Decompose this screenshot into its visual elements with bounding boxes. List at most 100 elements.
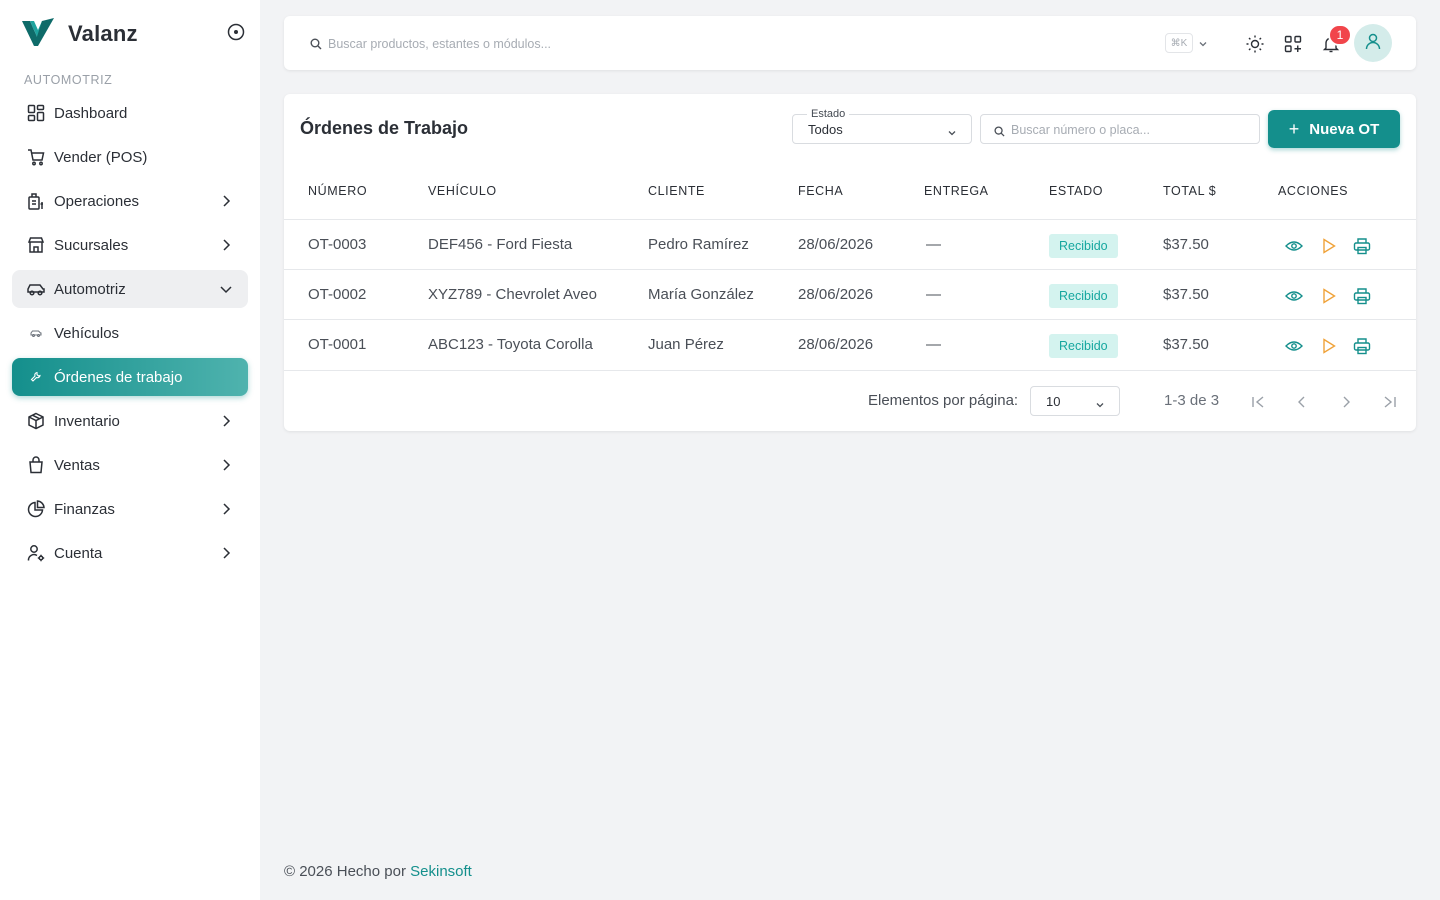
sidebar-item-sucursales[interactable]: Sucursales [12,226,248,264]
sidebar-item-label: Operaciones [54,192,140,210]
dashboard-icon [26,103,46,123]
new-work-order-button[interactable]: + Nueva OT [1268,110,1400,148]
last-page-icon[interactable] [1378,390,1402,414]
table-row[interactable]: OT-0001 ABC123 - Toyota Corolla Juan Pér… [284,320,1416,371]
sidebar-item-vehiculos[interactable]: Vehículos [12,314,248,352]
start-play-icon[interactable] [1319,336,1339,356]
items-per-page-select[interactable]: 10 [1030,386,1120,416]
vehicle-icon [26,323,46,343]
status-badge: Recibido [1049,284,1118,308]
cell-cliente: María González [648,286,754,303]
search-icon [994,124,1005,142]
sidebar-item-dashboard[interactable]: Dashboard [12,94,248,132]
column-header-acciones: ACCIONES [1278,184,1349,198]
print-icon[interactable] [1352,236,1372,256]
view-eye-icon[interactable] [1284,286,1304,306]
sidebar-item-inventario[interactable]: Inventario [12,402,248,440]
start-play-icon[interactable] [1319,236,1339,256]
sidebar-item-cuenta[interactable]: Cuenta [12,534,248,572]
sidebar-item-pos[interactable]: Vender (POS) [12,138,248,176]
plus-icon: + [1288,119,1300,139]
cell-fecha: 28/06/2026 [798,236,874,253]
status-badge: Recibido [1049,334,1118,358]
sidebar-item-label: Cuenta [54,544,103,562]
page-title: Órdenes de Trabajo [300,118,469,138]
cell-entrega: — [926,236,941,253]
avatar[interactable] [1354,24,1392,62]
sidebar-item-label: Sucursales [54,236,129,254]
cell-cliente: Pedro Ramírez [648,236,749,253]
column-header-cliente[interactable]: CLIENTE [648,184,705,198]
print-icon[interactable] [1352,286,1372,306]
cell-vehiculo: ABC123 - Toyota Corolla [428,336,593,353]
column-header-total[interactable]: TOTAL $ [1163,184,1216,198]
search-icon [310,37,322,55]
sidebar-item-label: Órdenes de trabajo [54,368,183,386]
chevron-down-icon[interactable] [1197,37,1209,55]
cell-total: $37.50 [1163,336,1209,353]
user-icon [1363,31,1383,56]
chevron-down-icon [947,125,957,143]
cell-fecha: 28/06/2026 [798,336,874,353]
sidebar-item-label: Finanzas [54,500,115,518]
status-filter-value: Todos [808,122,843,137]
work-orders-card: Órdenes de Trabajo Estado Todos + Nueva … [284,94,1416,431]
sidebar-item-label: Inventario [54,412,120,430]
view-eye-icon[interactable] [1284,236,1304,256]
cell-fecha: 28/06/2026 [798,286,874,303]
chevron-right-icon [218,457,234,473]
sidebar: Valanz AUTOMOTRIZ Dashboard Vender (POS)… [0,0,260,900]
sidebar-item-ordenes[interactable]: Órdenes de trabajo [12,358,248,396]
footer-link[interactable]: Sekinsoft [410,863,472,880]
status-filter-select[interactable]: Estado Todos [792,108,972,144]
print-icon[interactable] [1352,336,1372,356]
sidebar-item-label: Vehículos [54,324,120,342]
brand-name: Valanz [68,21,138,46]
view-eye-icon[interactable] [1284,336,1304,356]
valanz-logo-icon [20,17,56,52]
cell-vehiculo: DEF456 - Ford Fiesta [428,236,573,253]
previous-page-icon[interactable] [1290,390,1314,414]
status-filter-label: Estado [807,108,850,120]
column-header-numero[interactable]: NÚMERO [308,184,367,198]
global-search-input[interactable] [328,30,1028,58]
sidebar-item-automotriz[interactable]: Automotriz [12,270,248,308]
chevron-right-icon [218,193,234,209]
new-work-order-label: Nueva OT [1309,120,1380,138]
sidebar-item-operaciones[interactable]: Operaciones [12,182,248,220]
sidebar-item-ventas[interactable]: Ventas [12,446,248,484]
pagination-range: 1-3 de 3 [1164,392,1220,409]
table-row[interactable]: OT-0003 DEF456 - Ford Fiesta Pedro Ramír… [284,220,1416,270]
shortcut-hint: ⌘K [1165,33,1193,53]
notifications-badge: 1 [1328,24,1352,46]
first-page-icon[interactable] [1246,390,1270,414]
items-per-page-label: Elementos por página: [868,392,1019,409]
pie-chart-icon [26,499,46,519]
sidebar-item-finanzas[interactable]: Finanzas [12,490,248,528]
cell-entrega: — [926,286,941,303]
start-play-icon[interactable] [1319,286,1339,306]
column-header-fecha[interactable]: FECHA [798,184,843,198]
cell-total: $37.50 [1163,236,1209,253]
brand[interactable]: Valanz [20,16,138,52]
table-row[interactable]: OT-0002 XYZ789 - Chevrolet Aveo María Go… [284,270,1416,320]
operations-icon [26,191,46,211]
sidebar-toggle-button[interactable] [224,22,248,46]
status-badge: Recibido [1049,234,1118,258]
plate-search-input[interactable] [1011,120,1251,140]
sidebar-item-label: Dashboard [54,104,128,122]
column-header-entrega[interactable]: ENTREGA [924,184,989,198]
circle-dot-icon [227,23,245,46]
sidebar-nav: Dashboard Vender (POS) Operaciones Sucur… [12,94,248,578]
plate-search-field [980,114,1260,144]
cell-total: $37.50 [1163,286,1209,303]
apps-grid-icon[interactable] [1282,33,1304,55]
theme-toggle-sun-icon[interactable] [1244,33,1266,55]
cell-vehiculo: XYZ789 - Chevrolet Aveo [428,286,597,303]
column-header-estado[interactable]: ESTADO [1049,184,1103,198]
chevron-right-icon [218,413,234,429]
next-page-icon[interactable] [1334,390,1358,414]
car-icon [26,279,46,299]
column-header-vehiculo[interactable]: VEHÍCULO [428,184,497,198]
sidebar-item-label: Vender (POS) [54,148,148,166]
